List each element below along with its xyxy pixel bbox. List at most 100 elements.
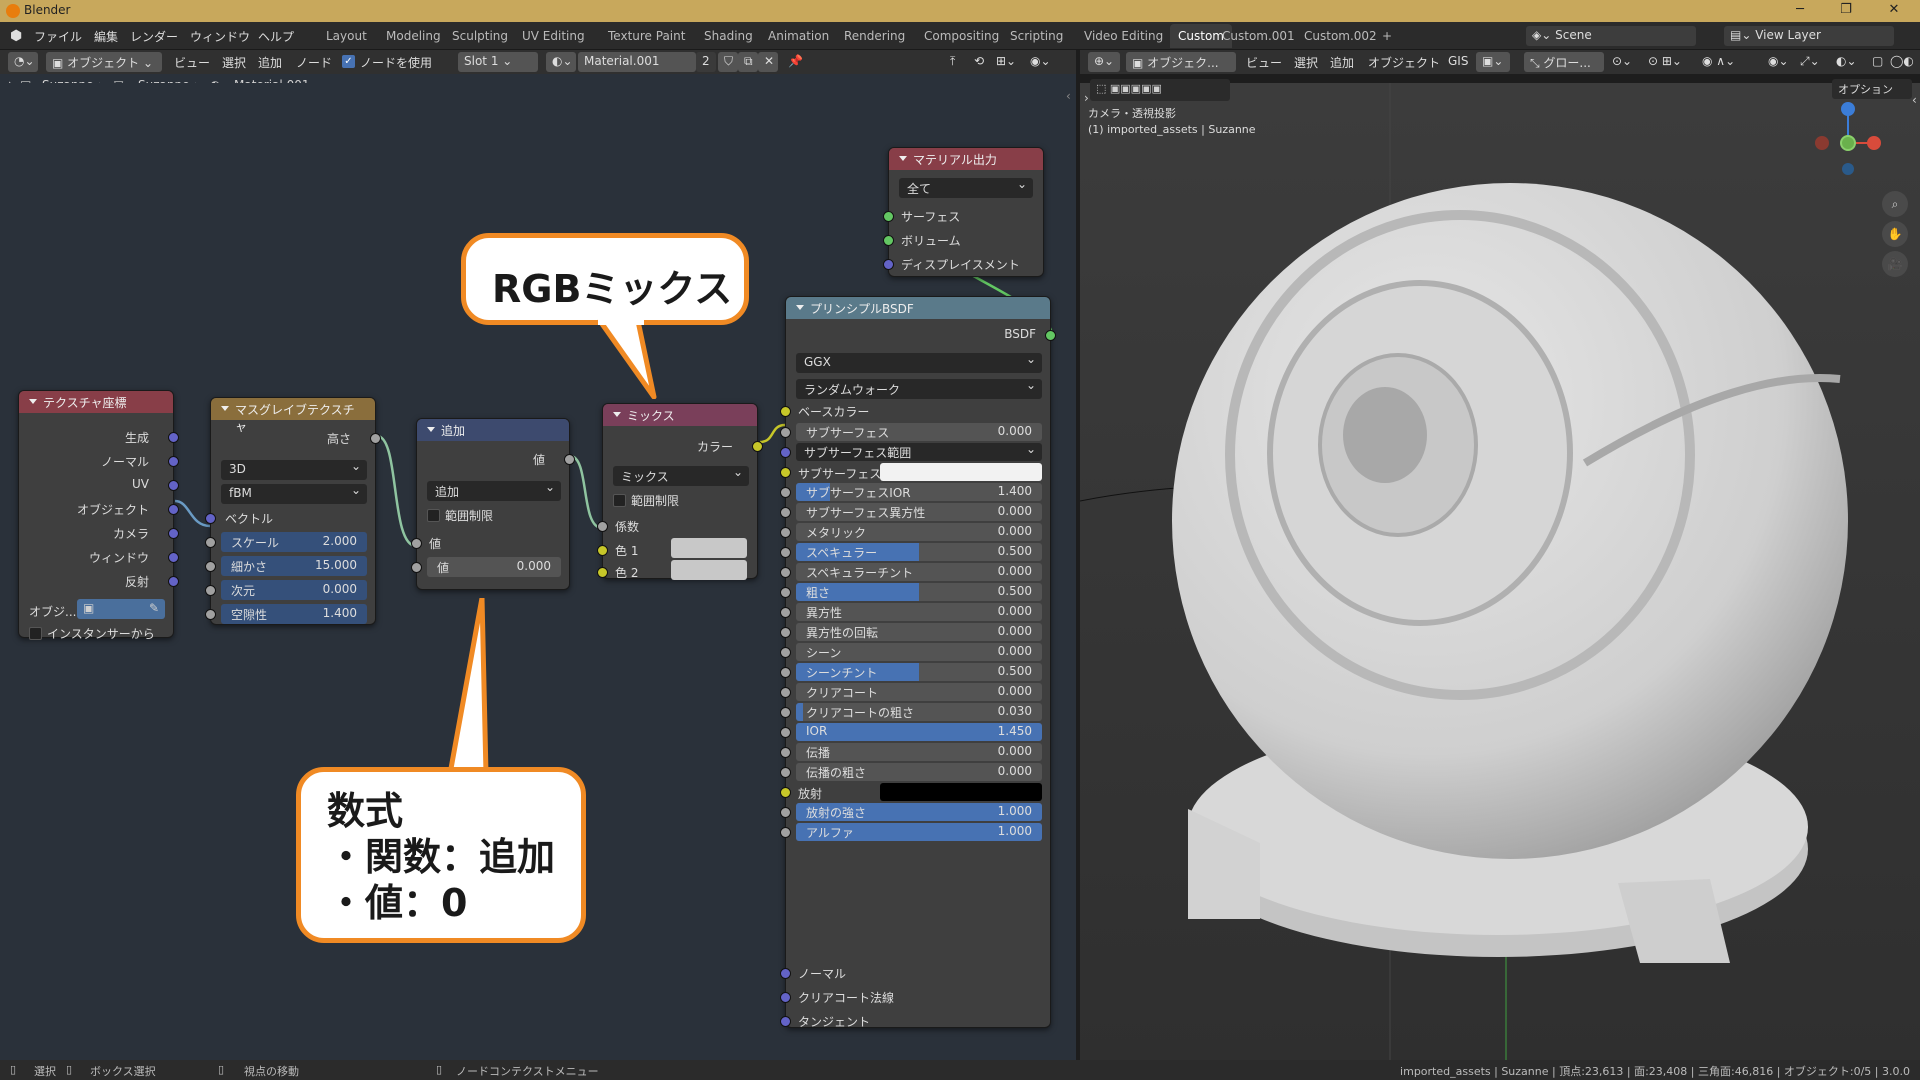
socket[interactable]	[780, 406, 791, 417]
socket[interactable]	[780, 487, 791, 498]
clamp-checkbox[interactable]	[613, 494, 626, 507]
bsdf-slider[interactable]: サブサーフェス異方性 0.000	[796, 503, 1042, 521]
eyedropper-icon[interactable]: ✎	[149, 601, 159, 615]
socket[interactable]	[205, 609, 216, 620]
node-texture-coordinate[interactable]: テクスチャ座標 生成 ノーマル UV オブジェクト カメラ ウィンドウ 反射 オ…	[18, 390, 179, 641]
bsdf-color-swatch[interactable]	[880, 783, 1042, 801]
socket[interactable]	[780, 427, 791, 438]
socket[interactable]	[370, 433, 381, 444]
dimensions-dropdown[interactable]: 3D	[221, 459, 367, 480]
menu-window[interactable]: ウィンドウ	[190, 28, 250, 45]
socket[interactable]	[780, 1016, 791, 1027]
vp-menu-add[interactable]: 追加	[1330, 54, 1354, 71]
node-menu-view[interactable]: ビュー	[174, 54, 210, 71]
tab-workspace-7[interactable]: Rendering	[836, 24, 913, 48]
socket[interactable]	[883, 235, 894, 246]
socket[interactable]	[597, 545, 608, 556]
unlink-icon[interactable]: ✕	[758, 52, 778, 72]
node-material-output[interactable]: マテリアル出力 全て サーフェス ボリューム ディスプレイスメント	[883, 147, 1044, 277]
material-name-field[interactable]: Material.001	[578, 52, 696, 72]
socket[interactable]	[780, 707, 791, 718]
material-browse-icon[interactable]: ◐⌄	[546, 52, 576, 72]
node-header[interactable]: プリンシプルBSDF	[786, 297, 1050, 319]
socket[interactable]	[168, 432, 179, 443]
socket[interactable]	[168, 552, 179, 563]
minimize-icon[interactable]: ─	[1780, 2, 1820, 17]
node-header[interactable]: ミックス	[603, 404, 757, 426]
socket[interactable]	[883, 259, 894, 270]
musgrave-field[interactable]: スケール 2.000	[221, 532, 367, 552]
tab-workspace-13[interactable]: Custom.002	[1296, 24, 1385, 48]
socket[interactable]	[780, 547, 791, 558]
tab-workspace-14[interactable]: +	[1374, 24, 1400, 48]
vp-menu-object[interactable]: オブジェクト	[1368, 54, 1440, 71]
socket[interactable]	[780, 968, 791, 979]
socket[interactable]	[168, 480, 179, 491]
socket[interactable]	[597, 521, 608, 532]
node-mode-dropdown[interactable]: ▣ オブジェクト ⌄	[46, 52, 162, 72]
tab-workspace-10[interactable]: Video Editing	[1076, 24, 1171, 48]
node-menu-select[interactable]: 選択	[222, 54, 246, 71]
socket[interactable]	[780, 527, 791, 538]
menu-file[interactable]: ファイル	[34, 28, 82, 45]
socket[interactable]	[883, 211, 894, 222]
socket[interactable]	[780, 687, 791, 698]
snap-element-icon[interactable]: ⊞⌄	[996, 54, 1016, 68]
socket[interactable]	[411, 562, 422, 573]
socket[interactable]	[168, 576, 179, 587]
material-users-count[interactable]: 2	[696, 52, 716, 72]
bsdf-slider[interactable]: IOR 1.450	[796, 723, 1042, 741]
zoom-icon[interactable]: ⌕	[1882, 191, 1908, 217]
bsdf-slider[interactable]: 伝播の粗さ 0.000	[796, 763, 1042, 781]
bsdf-slider[interactable]: 放射の強さ 1.000	[796, 803, 1042, 821]
socket[interactable]	[780, 587, 791, 598]
navigation-gizmo[interactable]	[1800, 99, 1900, 199]
tab-workspace-2[interactable]: Sculpting	[444, 24, 516, 48]
musgrave-field[interactable]: 次元 0.000	[221, 580, 367, 600]
musgrave-field[interactable]: 細かさ 15.000	[221, 556, 367, 576]
menu-help[interactable]: ヘルプ	[258, 28, 294, 45]
bsdf-slider[interactable]: サブサーフェスIOR 1.400	[796, 483, 1042, 501]
socket[interactable]	[205, 585, 216, 596]
use-nodes-checkbox[interactable]: ✓	[342, 55, 355, 68]
scene-selector[interactable]: ◈⌄ Scene	[1526, 26, 1696, 46]
bsdf-slider[interactable]: シーンチント 0.500	[796, 663, 1042, 681]
node-math-add[interactable]: 追加 値 追加 範囲制限 値 値 0.000	[411, 418, 575, 590]
socket[interactable]	[780, 467, 791, 478]
color1-swatch[interactable]	[671, 538, 747, 558]
socket[interactable]	[780, 507, 791, 518]
subsurface-method-dropdown[interactable]: ランダムウォーク	[796, 378, 1042, 399]
overlays-icon[interactable]: ◐⌄	[1836, 54, 1857, 68]
node-principled-bsdf[interactable]: プリンシプルBSDF BSDF GGX ランダムウォーク ベースカラー サブサー…	[780, 296, 1056, 1029]
transform-orientation-dropdown[interactable]: ⤡ グロー...	[1524, 52, 1604, 72]
pin-icon[interactable]: 📌	[788, 54, 803, 68]
node-mix-rgb[interactable]: ミックス カラー ミックス 範囲制限 係数 色 1 色 2	[597, 403, 763, 580]
xray-icon[interactable]: ▢	[1872, 54, 1883, 68]
tab-workspace-6[interactable]: Animation	[760, 24, 837, 48]
node-header[interactable]: マスグレイブテクスチャ	[211, 398, 375, 434]
clamp-checkbox[interactable]	[427, 509, 440, 522]
select-modes-icon[interactable]: ▣▣▣▣▣	[1110, 82, 1162, 95]
socket[interactable]	[780, 627, 791, 638]
fake-user-icon[interactable]: ⛉	[718, 52, 738, 72]
socket[interactable]	[780, 727, 791, 738]
viewport-mode-dropdown[interactable]: ▣ オブジェク...	[1126, 52, 1236, 72]
menu-render[interactable]: レンダー	[130, 28, 178, 45]
socket[interactable]	[205, 537, 216, 548]
blend-mode-dropdown[interactable]: ミックス	[613, 465, 749, 486]
socket[interactable]	[168, 504, 179, 515]
maximize-icon[interactable]: ❐	[1826, 2, 1866, 17]
camera-view-icon[interactable]: 🎥	[1882, 251, 1908, 277]
view-layer-selector[interactable]: ▤⌄ View Layer	[1724, 26, 1894, 46]
bsdf-slider[interactable]: 伝播 0.000	[796, 743, 1042, 761]
socket[interactable]	[780, 767, 791, 778]
socket[interactable]	[780, 747, 791, 758]
bsdf-slider[interactable]: クリアコート 0.000	[796, 683, 1042, 701]
tab-workspace-0[interactable]: Layout	[318, 24, 375, 48]
shading-icon[interactable]: ◯◐	[1890, 54, 1914, 68]
bsdf-color-swatch[interactable]	[880, 463, 1042, 481]
output-target-dropdown[interactable]: 全て	[899, 177, 1033, 198]
node-editor-canvas[interactable]: テクスチャ座標 生成 ノーマル UV オブジェクト カメラ ウィンドウ 反射 オ…	[0, 83, 1076, 1060]
bsdf-dropdown[interactable]: サブサーフェス範囲	[796, 442, 1042, 461]
socket[interactable]	[411, 538, 422, 549]
